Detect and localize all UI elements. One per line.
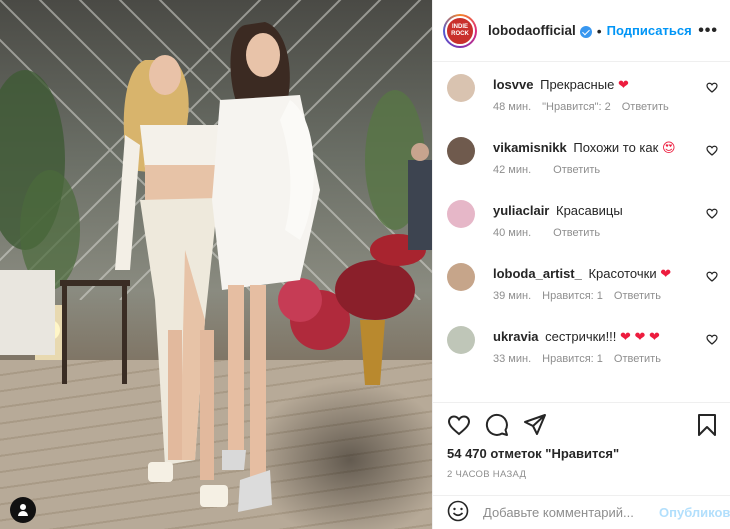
follow-button[interactable]: Подписаться: [607, 23, 692, 38]
comment-body: yuliaclair Красавицы 40 мин. Ответить: [493, 200, 706, 239]
tagged-users-icon[interactable]: [10, 497, 36, 523]
post-side-panel: INDIE ROCK lobodaofficial • Подписаться …: [432, 0, 730, 529]
author-avatar-logo: INDIE ROCK: [445, 15, 475, 46]
commenter-avatar[interactable]: [447, 200, 475, 228]
post-header: INDIE ROCK lobodaofficial • Подписаться …: [433, 0, 730, 62]
comment-meta: 40 мин. Ответить: [493, 227, 706, 239]
publish-button[interactable]: Опубликовать: [659, 505, 730, 520]
comment-item: losvve Прекрасные ❤ 48 мин. "Нравится": …: [447, 74, 720, 137]
commenter-username[interactable]: losvve: [493, 77, 533, 92]
comment-item: vikamisnikk Похожи то как 😍 42 мин. Отве…: [447, 137, 720, 200]
comment-text: Похожи то как: [573, 140, 659, 155]
comment-meta: 33 мин. Нравится: 1 Ответить: [493, 353, 706, 365]
comment-line: vikamisnikk Похожи то как 😍: [493, 139, 706, 157]
add-comment-bar: Опубликовать: [433, 495, 730, 529]
comment-text: Прекрасные: [540, 77, 615, 92]
like-heart-icon[interactable]: [447, 414, 471, 439]
comment-item: ukravia сестрички!!! ❤ ❤ ❤ 33 мин. Нрави…: [447, 326, 720, 389]
header-separator: •: [596, 22, 602, 39]
comment-meta: 48 мин. "Нравится": 2 Ответить: [493, 101, 706, 113]
comment-line: losvve Прекрасные ❤: [493, 76, 706, 94]
comments-list[interactable]: losvve Прекрасные ❤ 48 мин. "Нравится": …: [433, 62, 730, 402]
comment-emoji: 😍: [661, 140, 676, 155]
action-icons-row: [447, 413, 718, 439]
commenter-avatar[interactable]: [447, 263, 475, 291]
save-bookmark-icon[interactable]: [696, 413, 718, 440]
more-options-icon[interactable]: •••: [698, 22, 718, 40]
comment-item: yuliaclair Красавицы 40 мин. Ответить: [447, 200, 720, 263]
commenter-username[interactable]: yuliaclair: [493, 203, 549, 218]
reply-button[interactable]: Ответить: [614, 290, 661, 302]
comment-input[interactable]: [483, 505, 659, 520]
share-paper-plane-icon[interactable]: [523, 413, 547, 440]
reply-button[interactable]: Ответить: [553, 227, 600, 239]
comment-text: Красоточки: [588, 266, 657, 281]
comment-likes[interactable]: "Нравится": 2: [542, 101, 611, 113]
comment-line: ukravia сестрички!!! ❤ ❤ ❤: [493, 328, 706, 346]
comment-body: loboda_artist_ Красоточки ❤ 39 мин. Нрав…: [493, 263, 706, 302]
comment-item: loboda_artist_ Красоточки ❤ 39 мин. Нрав…: [447, 263, 720, 326]
commenter-username[interactable]: loboda_artist_: [493, 266, 582, 281]
likes-count[interactable]: 54 470 отметок "Нравится": [447, 446, 718, 461]
comment-time[interactable]: 39 мин.: [493, 290, 531, 302]
comment-line: yuliaclair Красавицы: [493, 202, 706, 220]
comment-text: Красавицы: [556, 203, 623, 218]
comment-emoji: ❤: [660, 266, 672, 281]
comment-emoji: ❤: [617, 77, 629, 92]
photo-scene: [0, 22, 432, 512]
reply-button[interactable]: Ответить: [614, 353, 661, 365]
comment-time[interactable]: 40 мин.: [493, 227, 531, 239]
comment-like-icon[interactable]: [706, 145, 720, 159]
commenter-avatar[interactable]: [447, 74, 475, 102]
post-view: INDIE ROCK lobodaofficial • Подписаться …: [0, 0, 730, 529]
comment-time[interactable]: 33 мин.: [493, 353, 531, 365]
comment-body: losvve Прекрасные ❤ 48 мин. "Нравится": …: [493, 74, 706, 113]
comment-text: сестрички!!!: [545, 329, 617, 344]
commenter-avatar[interactable]: [447, 326, 475, 354]
comment-bubble-icon[interactable]: [485, 413, 509, 440]
comment-time[interactable]: 48 мин.: [493, 101, 531, 113]
comment-body: ukravia сестрички!!! ❤ ❤ ❤ 33 мин. Нрави…: [493, 326, 706, 365]
comment-like-icon[interactable]: [706, 208, 720, 222]
post-timestamp[interactable]: 2 часов назад: [447, 469, 718, 480]
author-username[interactable]: lobodaofficial: [488, 23, 576, 38]
comment-meta: 39 мин. Нравится: 1 Ответить: [493, 290, 706, 302]
comment-time[interactable]: 42 мин.: [493, 164, 531, 176]
reply-button[interactable]: Ответить: [622, 101, 669, 113]
comment-meta: 42 мин. Ответить: [493, 164, 706, 176]
author-avatar[interactable]: INDIE ROCK: [443, 13, 477, 48]
comment-line: loboda_artist_ Красоточки ❤: [493, 265, 706, 283]
commenter-avatar[interactable]: [447, 137, 475, 165]
reply-button[interactable]: Ответить: [553, 164, 600, 176]
comment-likes[interactable]: Нравится: 1: [542, 353, 603, 365]
comment-likes[interactable]: Нравится: 1: [542, 290, 603, 302]
post-actions: 54 470 отметок "Нравится" 2 часов назад …: [433, 402, 730, 529]
commenter-username[interactable]: ukravia: [493, 329, 539, 344]
post-photo[interactable]: [0, 0, 432, 529]
comment-emoji: ❤ ❤ ❤: [620, 329, 660, 344]
verified-badge-icon: [579, 25, 592, 38]
comment-like-icon[interactable]: [706, 82, 720, 96]
comment-like-icon[interactable]: [706, 334, 720, 348]
comment-like-icon[interactable]: [706, 271, 720, 285]
comment-body: vikamisnikk Похожи то как 😍 42 мин. Отве…: [493, 137, 706, 176]
emoji-smiley-icon[interactable]: [447, 500, 469, 525]
commenter-username[interactable]: vikamisnikk: [493, 140, 567, 155]
